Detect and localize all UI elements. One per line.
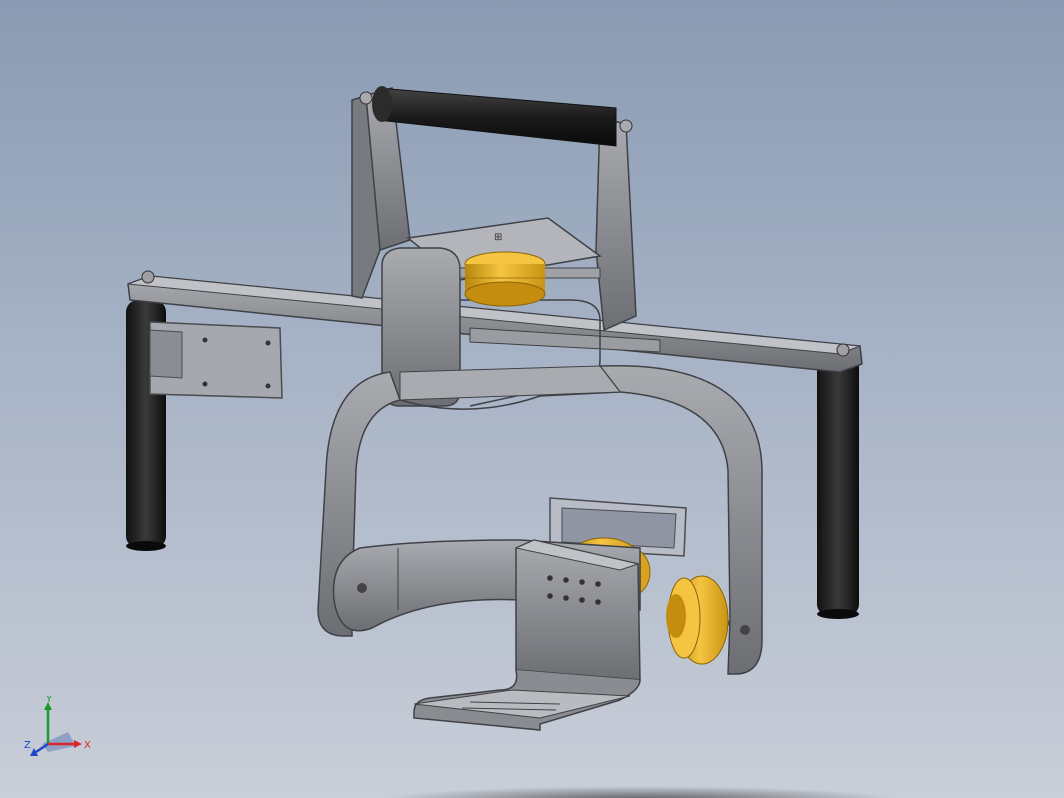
- z-axis-label: Z: [24, 740, 31, 751]
- gimbal-model-render[interactable]: ⊞: [0, 0, 1064, 798]
- graphics-viewport[interactable]: ⊞ Y X Z: [0, 0, 1064, 798]
- y-axis-label: Y: [45, 696, 53, 705]
- x-axis-label: X: [84, 740, 91, 751]
- floor-shadow: [382, 786, 898, 798]
- right-grip[interactable]: [817, 352, 859, 619]
- yaw-motor[interactable]: [464, 251, 546, 307]
- coordinate-triad: Y X Z: [24, 694, 104, 766]
- controller-board[interactable]: [149, 321, 283, 399]
- svg-text:⊞: ⊞: [494, 232, 502, 243]
- roll-motor[interactable]: [666, 575, 729, 665]
